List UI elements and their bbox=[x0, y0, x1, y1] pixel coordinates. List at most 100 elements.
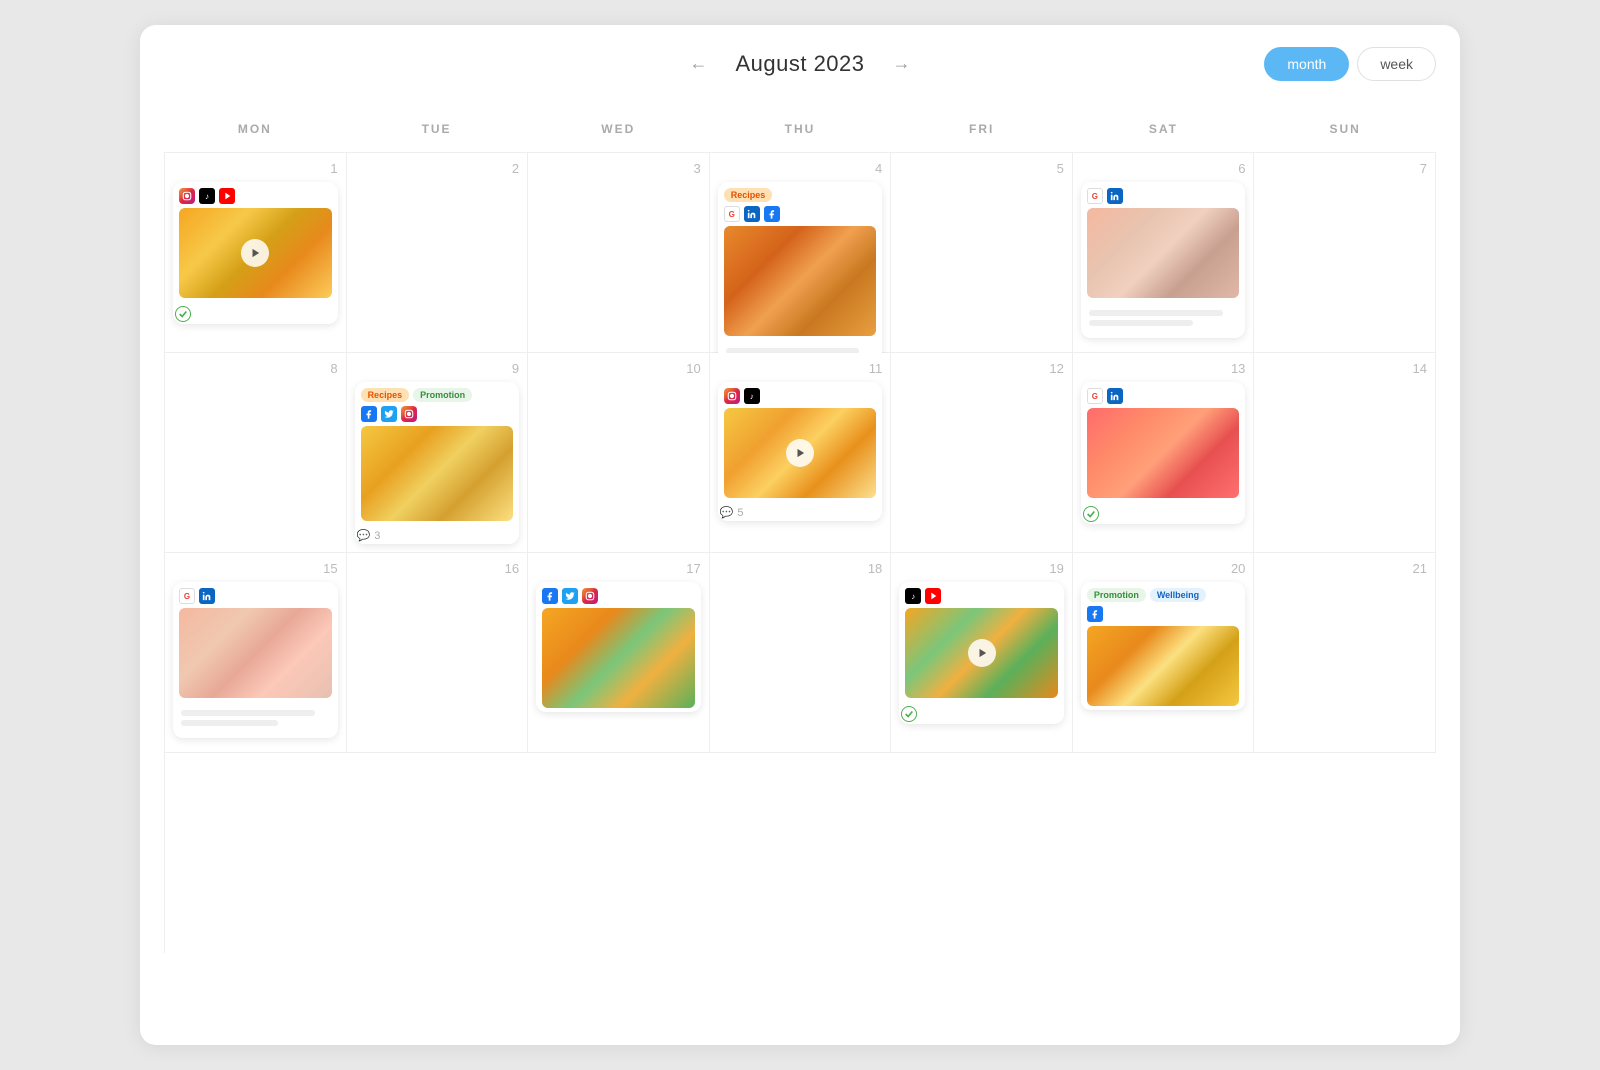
cell-date-13: 13 bbox=[1081, 361, 1246, 376]
calendar-cell-12: 12 bbox=[891, 353, 1073, 553]
post-card-1[interactable]: ♪ bbox=[173, 182, 338, 324]
calendar-header: ← August 2023 → month week bbox=[164, 49, 1436, 78]
cell-date-4: 4 bbox=[718, 161, 883, 176]
post-image-11 bbox=[724, 408, 877, 498]
tag-promotion-20: Promotion bbox=[1087, 588, 1146, 602]
instagram-icon-9 bbox=[401, 406, 417, 422]
comment-count-9: 3 bbox=[374, 530, 380, 542]
check-icon-1 bbox=[175, 306, 191, 322]
instagram-icon-17 bbox=[582, 588, 598, 604]
cell-date-15: 15 bbox=[173, 561, 338, 576]
calendar-cell-2: 2 bbox=[347, 153, 529, 353]
post-image-15 bbox=[179, 608, 332, 698]
tag-badges-20: Promotion Wellbeing bbox=[1087, 588, 1240, 602]
calendar-cell-17[interactable]: 17 bbox=[528, 553, 710, 753]
tag-recipes-4: Recipes bbox=[724, 188, 773, 202]
post-card-6[interactable]: G bbox=[1081, 182, 1246, 338]
post-image-6 bbox=[1087, 208, 1240, 298]
comment-icon-9: 💬 bbox=[357, 529, 371, 542]
cell-date-14: 14 bbox=[1262, 361, 1427, 376]
calendar-cell-16: 16 bbox=[347, 553, 529, 753]
social-icons-17 bbox=[542, 588, 695, 604]
social-icons-15: G bbox=[179, 588, 332, 604]
calendar-cell-14: 14 bbox=[1254, 353, 1436, 553]
comment-count-11: 5 bbox=[737, 507, 743, 519]
calendar-grid: 1 ♪ bbox=[164, 152, 1436, 953]
calendar-cell-6[interactable]: 6 G bbox=[1073, 153, 1255, 353]
calendar-cell-10: 10 bbox=[528, 353, 710, 553]
cell-date-7: 7 bbox=[1262, 161, 1427, 176]
post-card-11[interactable]: ♪ 💬 5 bbox=[718, 382, 883, 521]
day-header-mon: MON bbox=[164, 114, 346, 148]
cell-date-5: 5 bbox=[899, 161, 1064, 176]
calendar-cell-4[interactable]: 4 Recipes G bbox=[710, 153, 892, 353]
month-title: August 2023 bbox=[735, 51, 864, 77]
linkedin-icon-6 bbox=[1107, 188, 1123, 204]
calendar-cell-15[interactable]: 15 G bbox=[165, 553, 347, 753]
comment-icon-11: 💬 bbox=[720, 506, 734, 519]
cell-date-8: 8 bbox=[173, 361, 338, 376]
month-view-button[interactable]: month bbox=[1264, 47, 1349, 81]
social-icons-6: G bbox=[1087, 188, 1240, 204]
post-card-17[interactable] bbox=[536, 582, 701, 712]
post-card-19[interactable]: ♪ bbox=[899, 582, 1064, 724]
check-icon-13 bbox=[1083, 506, 1099, 522]
calendar-cell-20[interactable]: 20 Promotion Wellbeing bbox=[1073, 553, 1255, 753]
day-header-wed: WED bbox=[527, 114, 709, 148]
instagram-icon bbox=[179, 188, 195, 204]
play-button-1[interactable] bbox=[241, 239, 269, 267]
tag-wellbeing-20: Wellbeing bbox=[1150, 588, 1206, 602]
youtube-icon bbox=[219, 188, 235, 204]
twitter-icon-9 bbox=[381, 406, 397, 422]
next-month-button[interactable]: → bbox=[885, 49, 919, 78]
calendar-cell-19[interactable]: 19 ♪ bbox=[891, 553, 1073, 753]
cell-date-1: 1 bbox=[173, 161, 338, 176]
calendar-cell-3: 3 bbox=[528, 153, 710, 353]
calendar-cell-7: 7 bbox=[1254, 153, 1436, 353]
post-footer-9: 💬 3 bbox=[355, 525, 520, 544]
play-button-11[interactable] bbox=[786, 439, 814, 467]
calendar-cell-1[interactable]: 1 ♪ bbox=[165, 153, 347, 353]
youtube-icon-19 bbox=[925, 588, 941, 604]
social-icons-9 bbox=[361, 406, 514, 422]
post-footer-13 bbox=[1081, 502, 1246, 524]
calendar-cell-5: 5 bbox=[891, 153, 1073, 353]
instagram-icon-11 bbox=[724, 388, 740, 404]
post-image-4 bbox=[724, 226, 877, 336]
calendar-cell-21: 21 bbox=[1254, 553, 1436, 753]
cell-date-2: 2 bbox=[355, 161, 520, 176]
post-footer-19 bbox=[899, 702, 1064, 724]
post-card-9[interactable]: Recipes Promotion 💬 3 bbox=[355, 382, 520, 544]
calendar-cell-13[interactable]: 13 G bbox=[1073, 353, 1255, 553]
google-icon-6: G bbox=[1087, 188, 1103, 204]
week-view-button[interactable]: week bbox=[1357, 47, 1436, 81]
facebook-icon-9 bbox=[361, 406, 377, 422]
post-image-1 bbox=[179, 208, 332, 298]
day-header-tue: TUE bbox=[346, 114, 528, 148]
post-image-17 bbox=[542, 608, 695, 708]
cell-date-3: 3 bbox=[536, 161, 701, 176]
post-card-20[interactable]: Promotion Wellbeing bbox=[1081, 582, 1246, 710]
post-card-15[interactable]: G bbox=[173, 582, 338, 738]
cell-date-21: 21 bbox=[1262, 561, 1427, 576]
play-button-19[interactable] bbox=[968, 639, 996, 667]
facebook-icon bbox=[764, 206, 780, 222]
cell-date-18: 18 bbox=[718, 561, 883, 576]
google-icon: G bbox=[724, 206, 740, 222]
calendar-cell-11[interactable]: 11 ♪ 💬 5 bbox=[710, 353, 892, 553]
post-card-4[interactable]: Recipes G bbox=[718, 182, 883, 376]
tiktok-icon: ♪ bbox=[199, 188, 215, 204]
cell-date-11: 11 bbox=[718, 361, 883, 376]
prev-month-button[interactable]: ← bbox=[681, 49, 715, 78]
facebook-icon-17 bbox=[542, 588, 558, 604]
cell-date-6: 6 bbox=[1081, 161, 1246, 176]
calendar-cell-9[interactable]: 9 Recipes Promotion 💬 3 bbox=[347, 353, 529, 553]
post-footer-1 bbox=[173, 302, 338, 324]
post-card-13[interactable]: G bbox=[1081, 382, 1246, 524]
social-icons-1: ♪ bbox=[179, 188, 332, 204]
post-image-13 bbox=[1087, 408, 1240, 498]
social-icons-20 bbox=[1087, 606, 1240, 622]
post-image-20 bbox=[1087, 626, 1240, 706]
calendar-container: ← August 2023 → month week MON TUE WED T… bbox=[140, 25, 1460, 1045]
google-icon-13: G bbox=[1087, 388, 1103, 404]
